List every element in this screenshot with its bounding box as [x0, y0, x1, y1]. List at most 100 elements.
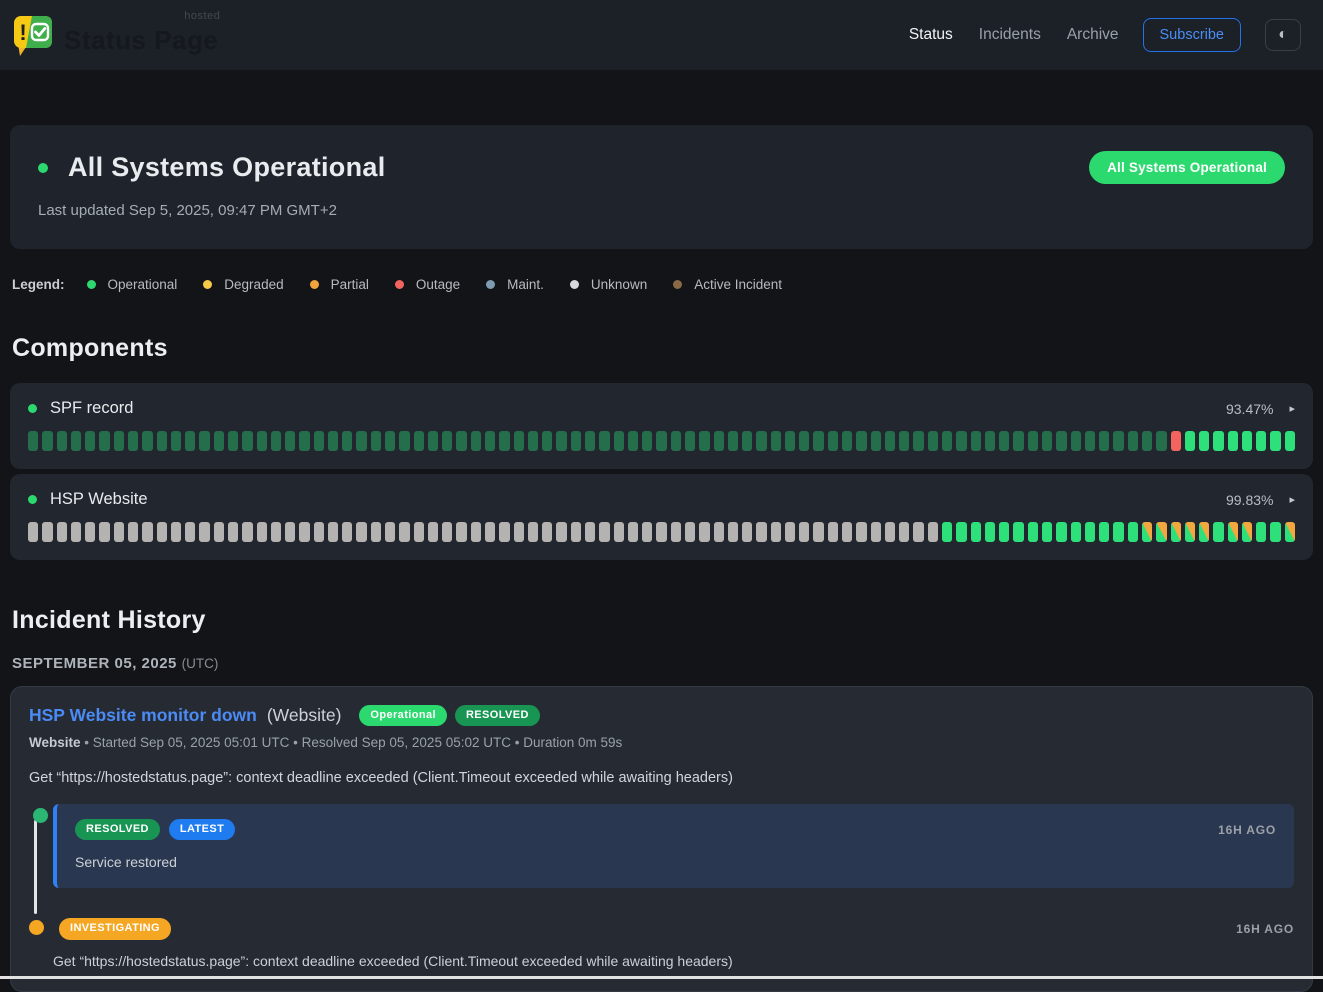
- nav-item-archive[interactable]: Archive: [1067, 26, 1119, 44]
- uptime-bar-nodata: [471, 522, 481, 542]
- uptime-bar-operational_dim: [556, 431, 566, 451]
- uptime-bar-nodata: [442, 522, 452, 542]
- uptime-bar-operational_dim: [528, 431, 538, 451]
- uptime-bars: [28, 431, 1295, 451]
- uptime-bar-operational_dim: [771, 431, 781, 451]
- uptime-bar-operational: [1213, 522, 1223, 542]
- uptime-bar-operational_dim: [57, 431, 67, 451]
- component-status-dot: [28, 495, 37, 504]
- brand[interactable]: ! Status Page hosted: [12, 12, 218, 58]
- uptime-bar-operational: [1285, 431, 1295, 451]
- incident-date: SEPTEMBER 05, 2025: [12, 655, 177, 672]
- uptime-bar-partial: [1242, 522, 1252, 542]
- uptime-bar-nodata: [228, 522, 238, 542]
- uptime-bar-nodata: [642, 522, 652, 542]
- expand-arrow-icon[interactable]: ▸: [1289, 402, 1295, 415]
- brand-name: Status Page hosted: [64, 17, 218, 53]
- uptime-bar-operational_dim: [856, 431, 866, 451]
- uptime-bar-operational_dim: [1099, 431, 1109, 451]
- brand-logo-icon: !: [12, 12, 54, 58]
- incident-title-badges: OperationalRESOLVED: [359, 705, 539, 726]
- components-heading: Components: [12, 334, 1313, 363]
- legend-dot: [486, 280, 495, 289]
- uptime-bar-operational_dim: [271, 431, 281, 451]
- legend-item-label: Degraded: [224, 277, 283, 292]
- uptime-bar-nodata: [714, 522, 724, 542]
- update-timestamp: 16H AGO: [1236, 922, 1294, 936]
- uptime-bar-nodata: [856, 522, 866, 542]
- legend-item-label: Unknown: [591, 277, 647, 292]
- theme-toggle-button[interactable]: ◐: [1265, 19, 1301, 51]
- uptime-bar-operational_dim: [585, 431, 595, 451]
- uptime-bar-nodata: [114, 522, 124, 542]
- update-status-dot: [29, 920, 44, 935]
- uptime-bar-operational_dim: [314, 431, 324, 451]
- uptime-bar-operational_dim: [813, 431, 823, 451]
- uptime-bar-nodata: [756, 522, 766, 542]
- uptime-bar-nodata: [828, 522, 838, 542]
- uptime-bar-nodata: [142, 522, 152, 542]
- uptime-bar-partial: [1285, 522, 1295, 542]
- uptime-bar-operational: [1085, 522, 1095, 542]
- nav-item-status[interactable]: Status: [909, 26, 953, 44]
- uptime-bar-operational_dim: [299, 431, 309, 451]
- uptime-bar-partial: [1185, 522, 1195, 542]
- uptime-bar-nodata: [414, 522, 424, 542]
- uptime-bar-operational_dim: [485, 431, 495, 451]
- uptime-bar-operational_dim: [99, 431, 109, 451]
- uptime-bar-operational_dim: [1128, 431, 1138, 451]
- uptime-bar-operational_dim: [699, 431, 709, 451]
- uptime-bar-nodata: [99, 522, 109, 542]
- uptime-bar-operational_dim: [828, 431, 838, 451]
- uptime-bar-operational: [1042, 522, 1052, 542]
- uptime-bar-nodata: [28, 522, 38, 542]
- uptime-bar-nodata: [871, 522, 881, 542]
- incident-title-link[interactable]: HSP Website monitor down: [29, 705, 257, 726]
- uptime-bar-operational_dim: [157, 431, 167, 451]
- overall-status-title: All Systems Operational: [68, 152, 386, 183]
- uptime-bar-operational_dim: [971, 431, 981, 451]
- legend-dot: [570, 280, 579, 289]
- legend-item-label: Partial: [331, 277, 369, 292]
- uptime-bar-nodata: [185, 522, 195, 542]
- uptime-bar-operational_dim: [114, 431, 124, 451]
- overall-status-badge: All Systems Operational: [1089, 151, 1285, 184]
- uptime-bar-operational_dim: [185, 431, 195, 451]
- legend-item: Operational: [87, 277, 178, 292]
- component-uptime-percent: 93.47%: [1226, 401, 1273, 417]
- uptime-bar-operational_dim: [171, 431, 181, 451]
- uptime-bar-operational: [956, 522, 966, 542]
- uptime-bar-operational_dim: [614, 431, 624, 451]
- uptime-bar-nodata: [71, 522, 81, 542]
- uptime-bar-nodata: [356, 522, 366, 542]
- status-badge-investigating: INVESTIGATING: [59, 918, 171, 939]
- uptime-bar-nodata: [42, 522, 52, 542]
- legend-item: Outage: [395, 277, 460, 292]
- uptime-bars: [28, 522, 1295, 542]
- uptime-bar-operational_dim: [228, 431, 238, 451]
- uptime-bar-operational: [1128, 522, 1138, 542]
- update-header: RESOLVEDLATEST16H AGO: [75, 819, 1276, 840]
- uptime-bar-operational_dim: [842, 431, 852, 451]
- uptime-bar-nodata: [656, 522, 666, 542]
- subscribe-button[interactable]: Subscribe: [1143, 18, 1241, 52]
- component-card: HSP Website99.83%▸: [10, 474, 1313, 560]
- svg-text:!: !: [19, 20, 26, 45]
- uptime-bar-partial: [1228, 522, 1238, 542]
- uptime-bar-operational: [1185, 431, 1195, 451]
- uptime-bar-operational_dim: [628, 431, 638, 451]
- uptime-bar-nodata: [528, 522, 538, 542]
- uptime-bar-operational: [985, 522, 995, 542]
- uptime-bar-operational_dim: [542, 431, 552, 451]
- legend-item: Unknown: [570, 277, 647, 292]
- uptime-bar-operational_dim: [257, 431, 267, 451]
- status-badge-resolved: RESOLVED: [455, 705, 540, 726]
- legend-dot: [203, 280, 212, 289]
- legend-item-label: Operational: [108, 277, 178, 292]
- nav-item-incidents[interactable]: Incidents: [979, 26, 1041, 44]
- expand-arrow-icon[interactable]: ▸: [1289, 493, 1295, 506]
- uptime-bar-operational_dim: [85, 431, 95, 451]
- uptime-bar-operational_dim: [871, 431, 881, 451]
- uptime-bar-operational_dim: [1142, 431, 1152, 451]
- uptime-bar-nodata: [399, 522, 409, 542]
